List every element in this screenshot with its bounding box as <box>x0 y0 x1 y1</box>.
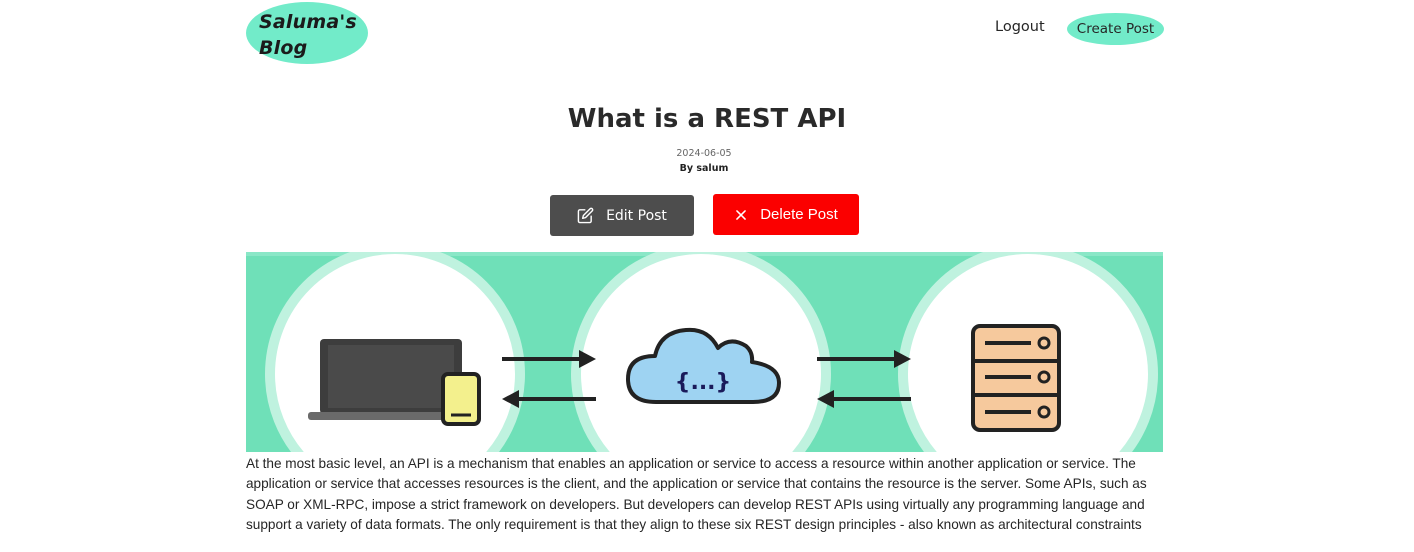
post-body: At the most basic level, an API is a mec… <box>246 456 1147 533</box>
create-post-button[interactable]: Create Post <box>1067 13 1164 45</box>
cloud-text: {...} <box>675 370 731 395</box>
edit-icon <box>577 207 594 224</box>
post-date: 2024-06-05 <box>676 148 732 159</box>
edit-post-button[interactable]: Edit Post <box>550 195 694 236</box>
post-title: What is a REST API <box>567 104 847 134</box>
post-image: {...} <box>246 252 1163 452</box>
delete-post-button[interactable]: Delete Post <box>713 194 859 235</box>
server-icon <box>971 324 1061 432</box>
logo-line-1: Saluma's <box>259 11 357 33</box>
close-icon <box>734 208 748 222</box>
logo-line-2: Blog <box>259 37 308 59</box>
edit-post-label: Edit Post <box>606 207 667 224</box>
delete-post-label: Delete Post <box>760 206 838 223</box>
blog-logo[interactable]: Saluma's Blog <box>246 2 368 64</box>
post-author: By salum <box>679 163 729 174</box>
logout-link[interactable]: Logout <box>995 19 1045 35</box>
phone-icon <box>441 372 481 426</box>
